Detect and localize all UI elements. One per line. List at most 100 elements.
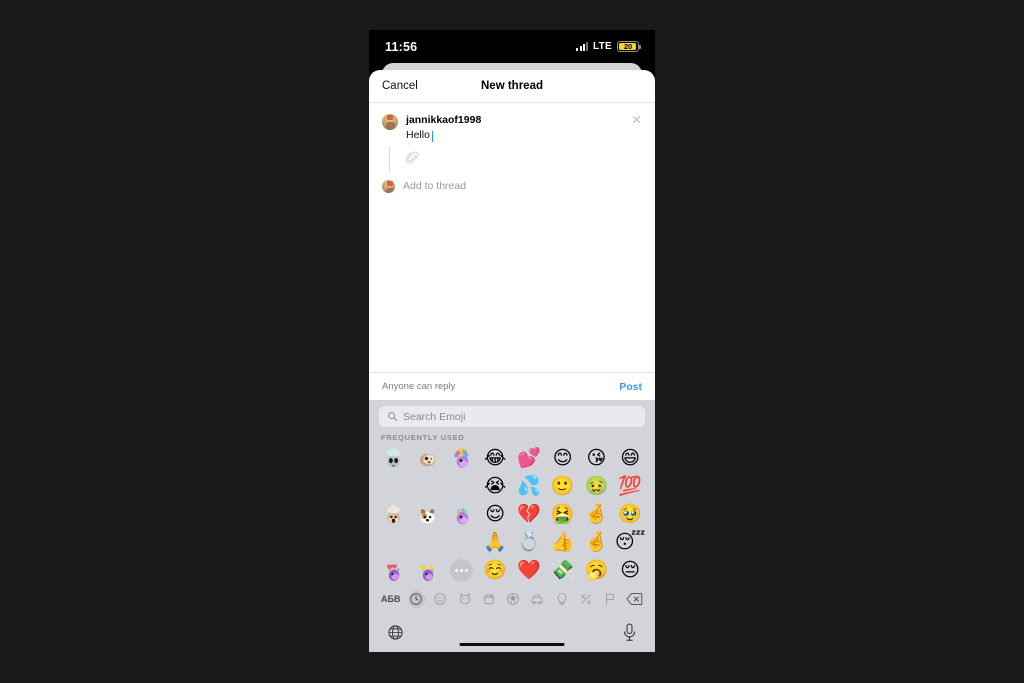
emoji-cell[interactable]: 😄 xyxy=(613,444,647,472)
emoji-cell[interactable]: 😭 xyxy=(478,472,512,500)
emoji-cell[interactable]: 😴 xyxy=(613,528,647,556)
food-icon xyxy=(483,594,495,605)
emoji-cell[interactable]: 💸 xyxy=(546,556,580,584)
activity-icon xyxy=(507,593,520,605)
recents-clock-icon xyxy=(410,593,423,605)
memoji-alien[interactable] xyxy=(377,444,411,472)
thread-rail xyxy=(389,144,642,172)
category-abc-cyrillic[interactable]: АБВ xyxy=(381,591,400,608)
post-text-input[interactable]: Hello xyxy=(406,128,642,144)
emoji-cell[interactable]: 🤢 xyxy=(580,472,614,500)
memoji-monkey[interactable] xyxy=(377,500,411,528)
emoji-cell[interactable]: 💍 xyxy=(512,528,546,556)
travel-icon xyxy=(531,594,544,605)
emoji-cell[interactable]: 🙏 xyxy=(478,528,512,556)
screenshot-canvas: 11:56 LTE 20 Cancel New thread jannikkao… xyxy=(0,0,1024,683)
emoji-cell[interactable]: 🤞 xyxy=(580,500,614,528)
category-smileys-icon[interactable] xyxy=(432,591,449,608)
search-icon xyxy=(388,412,398,422)
emoji-cell[interactable]: 🤮 xyxy=(546,500,580,528)
emoji-cell[interactable]: 😊 xyxy=(546,444,580,472)
battery-level-label: 20 xyxy=(623,41,633,51)
category-food-icon[interactable] xyxy=(480,591,497,608)
emoji-cell[interactable]: 👍 xyxy=(546,528,580,556)
symbols-icon xyxy=(581,594,591,604)
backspace-icon xyxy=(626,593,643,605)
emoji-cell-empty xyxy=(445,472,479,500)
avatar xyxy=(382,114,398,130)
emoji-cell[interactable]: 💯 xyxy=(613,472,647,500)
emoji-cell[interactable]: 😔 xyxy=(613,556,647,584)
attachment-row xyxy=(406,144,642,168)
reply-setting-button[interactable]: Anyone can reply xyxy=(382,381,455,392)
search-placeholder: Search Emoji xyxy=(403,410,466,423)
search-input[interactable]: Search Emoji xyxy=(379,406,645,427)
emoji-cell[interactable]: 💕 xyxy=(512,444,546,472)
emoji-cell-empty xyxy=(445,528,479,556)
text-caret xyxy=(431,130,434,142)
cancel-button[interactable]: Cancel xyxy=(382,80,418,92)
emoji-category-bar: АБВ xyxy=(369,586,655,612)
emoji-cell[interactable]: 😌 xyxy=(478,500,512,528)
nav-bar: Cancel New thread xyxy=(369,70,655,103)
category-recents-clock-icon[interactable] xyxy=(407,590,425,608)
status-time: 11:56 xyxy=(385,39,418,54)
category-symbols-icon[interactable] xyxy=(577,591,594,608)
emoji-cell-empty xyxy=(377,528,411,556)
emoji-cell[interactable]: 🙂 xyxy=(546,472,580,500)
post-body: jannikkaof1998 Hello xyxy=(406,113,642,144)
paperclip-icon[interactable] xyxy=(406,150,419,166)
memoji-sloth[interactable] xyxy=(411,444,445,472)
close-icon[interactable] xyxy=(631,114,642,125)
emoji-cell[interactable]: ❤️ xyxy=(512,556,546,584)
emoji-grid: 😂💕😊😘😄 😭💦🙂🤢💯 😌💔🤮🤞🥹 🙏💍👍🤞😴 xyxy=(369,444,655,584)
status-indicators: LTE 20 xyxy=(576,41,642,52)
memoji-dog[interactable] xyxy=(411,500,445,528)
category-objects-bulb-icon[interactable] xyxy=(553,591,570,608)
cellular-signal-icon xyxy=(576,42,588,51)
smileys-icon xyxy=(434,593,447,605)
ellipsis-icon xyxy=(449,558,473,582)
globe-icon[interactable] xyxy=(387,624,404,641)
category-backspace-icon[interactable] xyxy=(626,591,643,608)
keyboard-bottom-bar xyxy=(369,612,655,652)
phone-frame: 11:56 LTE 20 Cancel New thread jannikkao… xyxy=(369,30,655,652)
post-button[interactable]: Post xyxy=(619,381,642,393)
more-stickers-button[interactable] xyxy=(445,556,479,584)
emoji-search-wrap: Search Emoji xyxy=(369,406,655,433)
new-thread-sheet: Cancel New thread jannikkaof1998 Hello A… xyxy=(369,70,655,652)
emoji-cell[interactable]: 😂 xyxy=(478,444,512,472)
emoji-cell[interactable]: 💔 xyxy=(512,500,546,528)
emoji-cell[interactable]: 💦 xyxy=(512,472,546,500)
post-text-value: Hello xyxy=(406,129,430,142)
add-to-thread-placeholder: Add to thread xyxy=(403,179,467,192)
username-label: jannikkaof1998 xyxy=(406,114,482,126)
memoji-unicorn-horns[interactable] xyxy=(445,500,479,528)
battery-icon: 20 xyxy=(617,41,642,52)
emoji-cell[interactable]: 😘 xyxy=(580,444,614,472)
memoji-unicorn-stars[interactable] xyxy=(411,556,445,584)
compose-footer: Anyone can reply Post xyxy=(369,372,655,400)
emoji-cell-empty xyxy=(411,528,445,556)
status-bar: 11:56 LTE 20 xyxy=(369,30,655,63)
microphone-icon[interactable] xyxy=(622,623,637,642)
compose-area: jannikkaof1998 Hello Add to thread xyxy=(369,103,655,372)
emoji-cell[interactable]: 🥹 xyxy=(613,500,647,528)
emoji-cell[interactable]: 🤞 xyxy=(580,528,614,556)
category-label: АБВ xyxy=(381,594,401,604)
emoji-cell[interactable]: 🥱 xyxy=(580,556,614,584)
category-travel-icon[interactable] xyxy=(529,591,546,608)
category-flags-icon[interactable] xyxy=(602,591,619,608)
objects-bulb-icon xyxy=(557,593,567,606)
category-activity-icon[interactable] xyxy=(505,591,522,608)
thread-connector-line xyxy=(389,145,391,172)
home-indicator xyxy=(459,642,565,646)
add-to-thread-row[interactable]: Add to thread xyxy=(382,179,642,193)
network-type-label: LTE xyxy=(592,41,612,52)
memoji-unicorn-hearts[interactable] xyxy=(377,556,411,584)
memoji-unicorn-rainbow[interactable] xyxy=(445,444,479,472)
avatar xyxy=(382,179,395,193)
category-animals-icon[interactable] xyxy=(456,591,473,608)
animals-icon xyxy=(459,593,470,605)
emoji-cell[interactable]: ☺️ xyxy=(478,556,512,584)
